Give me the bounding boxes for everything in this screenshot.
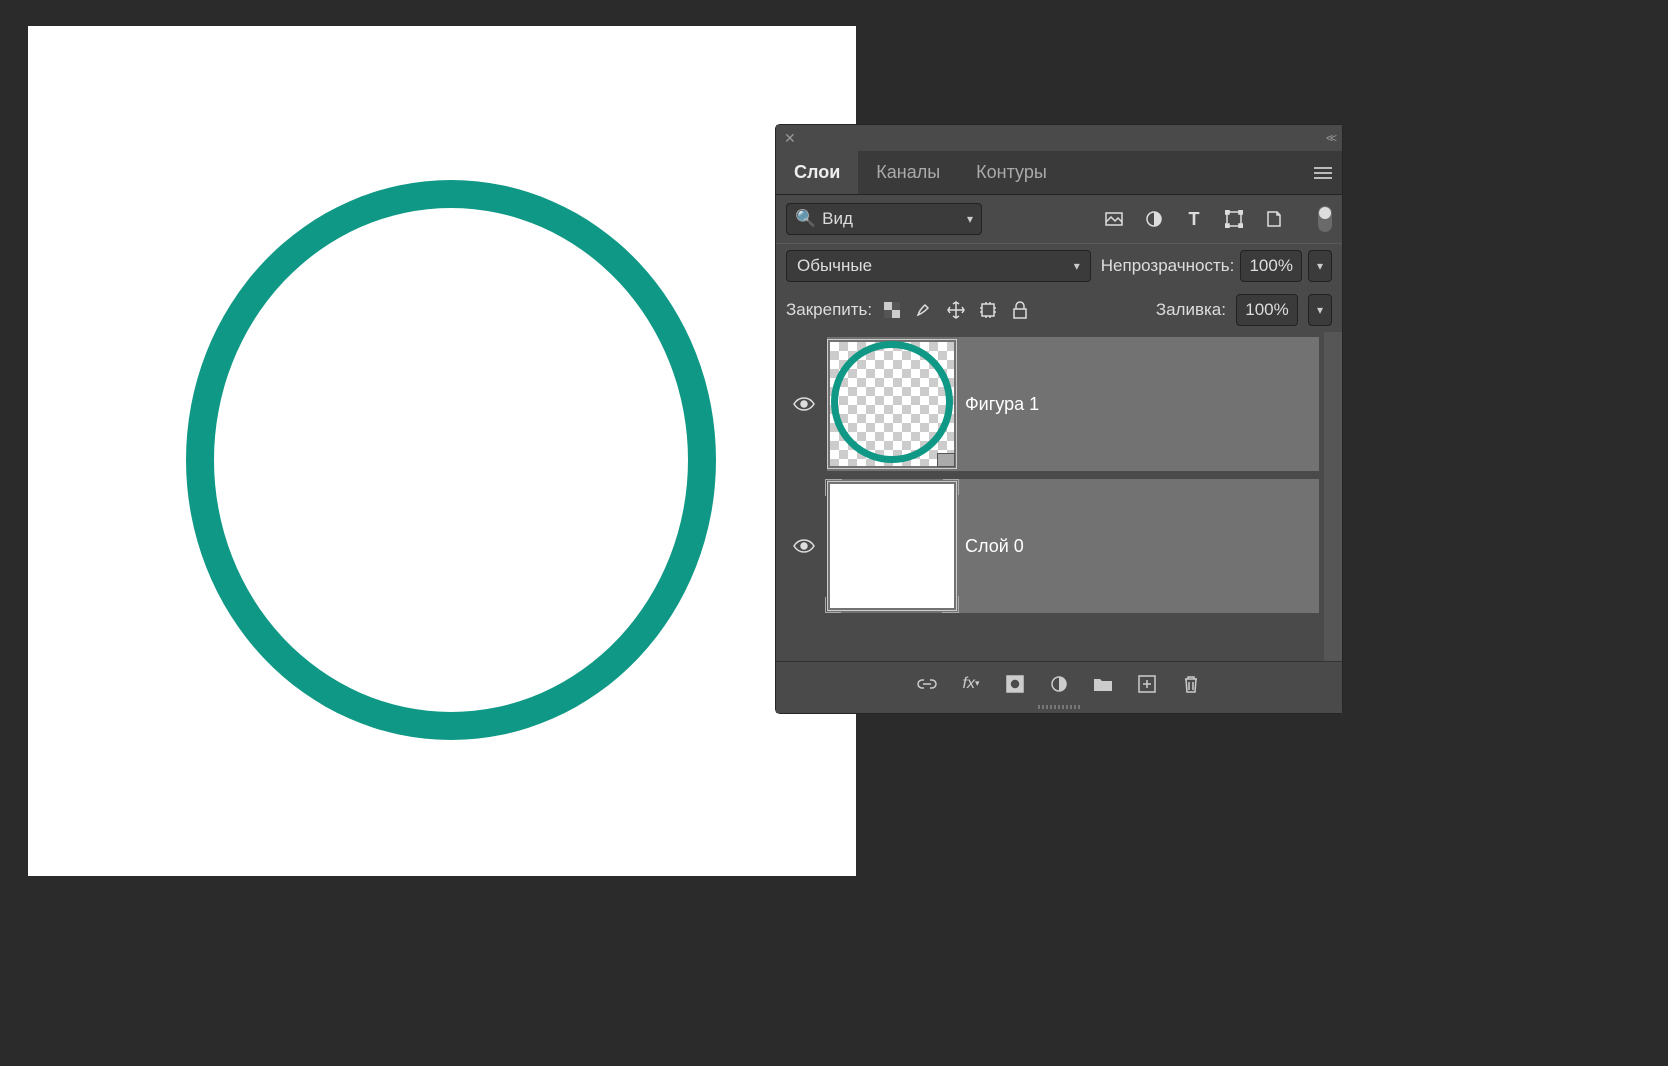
- visibility-toggle[interactable]: [781, 479, 827, 613]
- filter-toggle[interactable]: [1318, 206, 1332, 232]
- opacity-label: Непрозрачность:: [1101, 256, 1235, 276]
- tab-layers[interactable]: Слои: [776, 151, 858, 194]
- lock-fill-row: Закрепить: Заливка: 100% ▾: [776, 288, 1342, 332]
- lock-image-icon[interactable]: [914, 300, 934, 320]
- lock-transparency-icon[interactable]: [882, 300, 902, 320]
- panel-footer: fx ▾: [776, 661, 1342, 705]
- lock-artboard-icon[interactable]: [978, 300, 998, 320]
- lock-label: Закрепить:: [786, 300, 872, 320]
- panel-titlebar[interactable]: ✕ <<: [776, 125, 1342, 151]
- filter-adjustment-icon[interactable]: [1144, 209, 1164, 229]
- filter-kind-select[interactable]: 🔍 Вид ▾: [786, 203, 982, 235]
- opacity-dropdown[interactable]: ▾: [1308, 250, 1332, 282]
- new-layer-icon[interactable]: [1137, 674, 1157, 694]
- layer-thumbnail[interactable]: [827, 339, 957, 469]
- add-adjustment-icon[interactable]: [1049, 674, 1069, 694]
- filter-smartobject-icon[interactable]: [1264, 209, 1284, 229]
- lock-position-icon[interactable]: [946, 300, 966, 320]
- layers-panel: ✕ << Слои Каналы Контуры 🔍 Вид ▾ T Обычн…: [775, 124, 1343, 714]
- scrollbar[interactable]: [1324, 332, 1342, 661]
- new-group-icon[interactable]: [1093, 674, 1113, 694]
- layer-thumbnail[interactable]: [827, 481, 957, 611]
- visibility-toggle[interactable]: [781, 337, 827, 471]
- layer-filter-row: 🔍 Вид ▾ T: [776, 195, 1342, 243]
- layer-item-background[interactable]: Слой 0: [781, 479, 1319, 613]
- blend-mode-value: Обычные: [797, 256, 872, 276]
- blend-opacity-row: Обычные ▾ Непрозрачность: 100% ▾: [776, 243, 1342, 288]
- tab-channels[interactable]: Каналы: [858, 151, 958, 194]
- collapse-icon[interactable]: <<: [1326, 131, 1334, 145]
- document-canvas[interactable]: [28, 26, 856, 876]
- chevron-down-icon: ▾: [967, 212, 973, 226]
- filter-type-icon[interactable]: T: [1184, 209, 1204, 229]
- opacity-input[interactable]: 100%: [1240, 250, 1302, 282]
- chevron-down-icon: ▾: [1074, 259, 1080, 273]
- fill-input[interactable]: 100%: [1236, 294, 1298, 326]
- search-icon: 🔍: [795, 209, 816, 229]
- add-mask-icon[interactable]: [1005, 674, 1025, 694]
- layer-list: Фигура 1 Слой 0: [776, 332, 1342, 661]
- delete-layer-icon[interactable]: [1181, 674, 1201, 694]
- fill-dropdown[interactable]: ▾: [1308, 294, 1332, 326]
- layer-name[interactable]: Слой 0: [965, 536, 1024, 557]
- filter-kind-label: Вид: [822, 209, 853, 229]
- layer-fx-icon[interactable]: fx ▾: [961, 674, 981, 694]
- shape-circle[interactable]: [186, 180, 716, 740]
- filter-pixel-icon[interactable]: [1104, 209, 1124, 229]
- close-icon[interactable]: ✕: [784, 130, 796, 147]
- lock-all-icon[interactable]: [1010, 300, 1030, 320]
- link-layers-icon[interactable]: [917, 674, 937, 694]
- layer-name[interactable]: Фигура 1: [965, 394, 1039, 415]
- filter-shape-icon[interactable]: [1224, 209, 1244, 229]
- blend-mode-select[interactable]: Обычные ▾: [786, 250, 1091, 282]
- fill-label: Заливка:: [1156, 300, 1226, 320]
- panel-menu-icon[interactable]: [1304, 167, 1342, 179]
- panel-resize-grip[interactable]: [776, 705, 1342, 713]
- layer-item-shape[interactable]: Фигура 1: [781, 337, 1319, 471]
- panel-tabs: Слои Каналы Контуры: [776, 151, 1342, 195]
- tab-paths[interactable]: Контуры: [958, 151, 1065, 194]
